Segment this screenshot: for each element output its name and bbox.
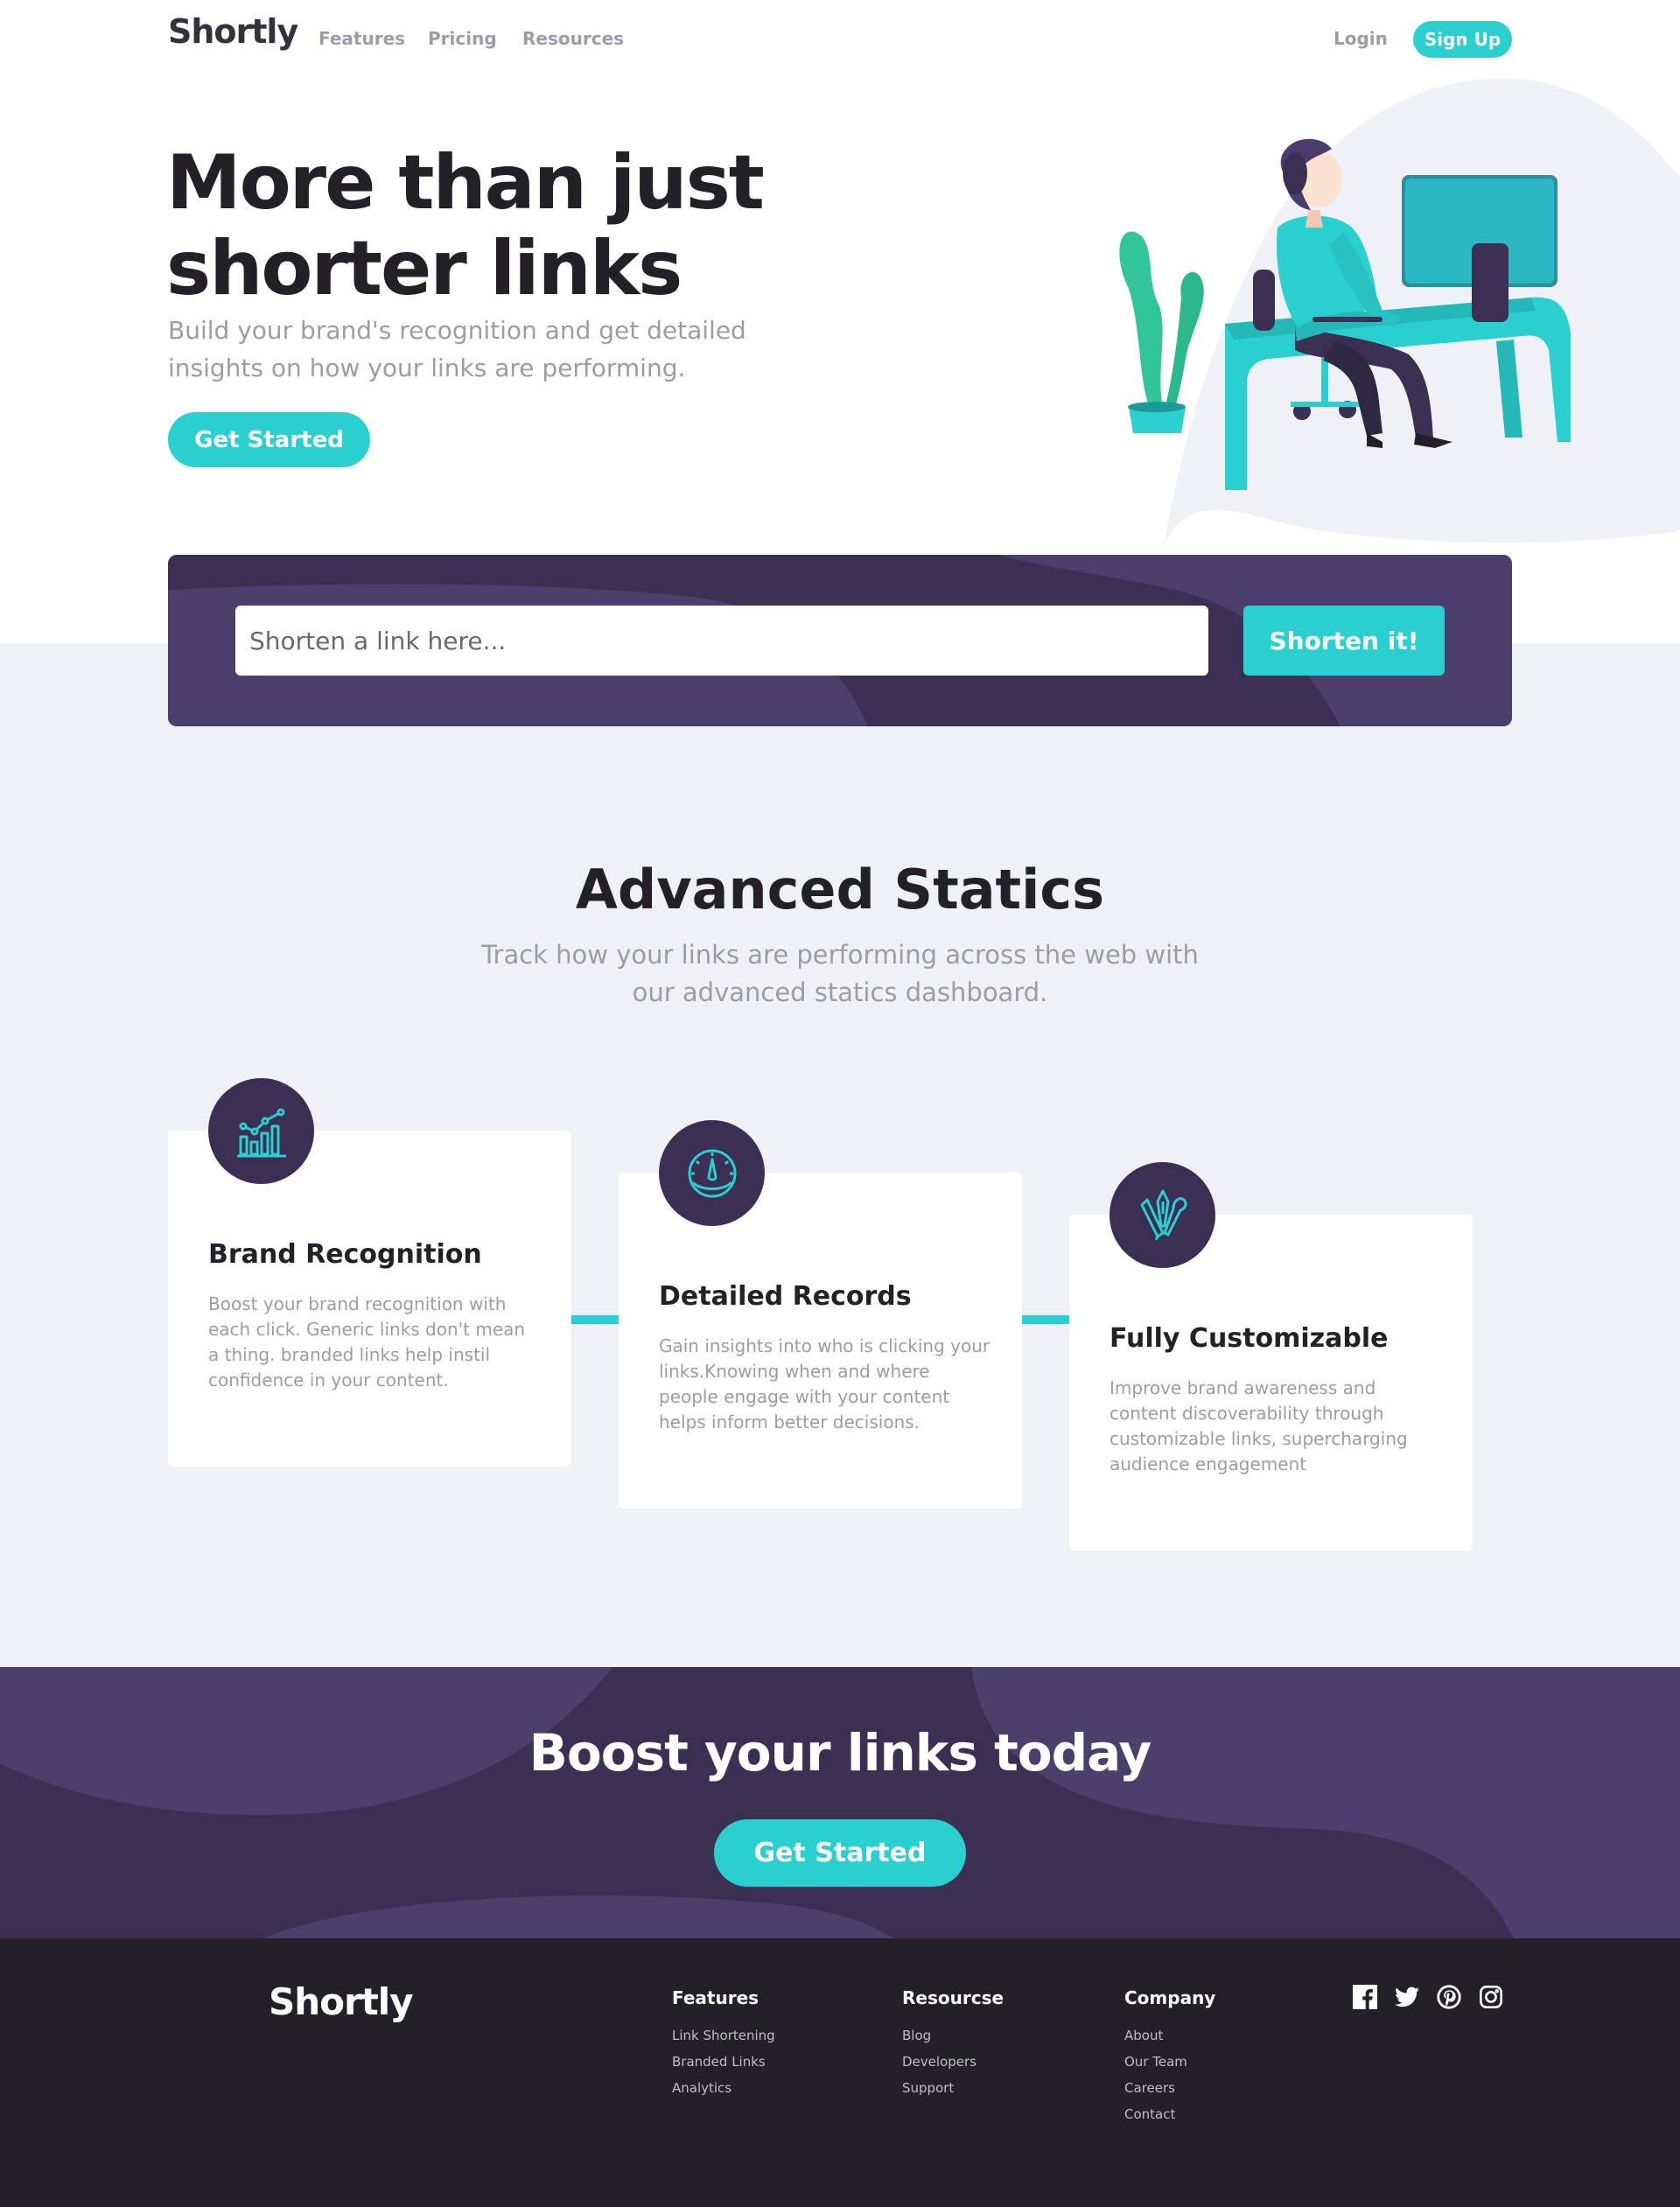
pinterest-icon[interactable] [1436,1984,1462,2010]
card-title: Fully Customizable [1110,1323,1389,1354]
gauge-icon [659,1120,765,1226]
footer-link-analytics[interactable]: Analytics [672,2075,775,2101]
nav-features-link[interactable]: Features [318,28,405,49]
statistics-subtitle: Track how your links are performing acro… [481,940,1199,1007]
footer-link-branded-links[interactable]: Branded Links [672,2049,775,2075]
facebook-icon[interactable] [1352,1984,1378,2010]
instagram-icon[interactable] [1478,1984,1504,2010]
login-link[interactable]: Login [1334,28,1388,49]
boost-title: Boost your links today [528,1723,1152,1783]
footer-column-resources: Resourcse Blog Developers Support [902,1987,1004,2101]
footer-column-features: Features Link Shortening Branded Links A… [672,1987,775,2101]
footer-link-link-shortening[interactable]: Link Shortening [672,2022,775,2049]
twitter-icon[interactable] [1394,1984,1420,2010]
boost-background-waves [0,1667,1680,1938]
footer-heading: Resourcse [902,1987,1004,2008]
boost-section: Boost your links today Get Started [0,1667,1680,1938]
card-connector-line [1022,1315,1069,1324]
feature-card-fully-customizable: Fully Customizable Improve brand awarene… [1069,1162,1473,1551]
statistics-title: Advanced Statics [575,858,1105,921]
feature-card-brand-recognition: Brand Recognition Boost your brand recog… [168,1078,571,1467]
footer-column-company: Company About Our Team Careers Contact [1124,1987,1215,2127]
hero-title-line-1: More than just [166,139,765,227]
footer-link-blog[interactable]: Blog [902,2022,1004,2049]
shorten-url-input[interactable] [235,606,1208,676]
hero-title: More than just shorter links [166,140,831,312]
bar-chart-icon [208,1078,314,1184]
card-connector-line [571,1315,619,1324]
person-working-illustration [1119,138,1571,490]
nav-resources-link[interactable]: Resources [522,28,624,49]
boost-get-started-button[interactable]: Get Started [714,1819,966,1887]
footer-link-developers[interactable]: Developers [902,2049,1004,2075]
footer-link-about[interactable]: About [1124,2022,1215,2049]
footer-link-contact[interactable]: Contact [1124,2101,1215,2127]
footer-link-support[interactable]: Support [902,2075,1004,2101]
footer-heading: Company [1124,1987,1216,2008]
card-description: Gain insights into who is clicking your … [659,1335,990,1433]
site-footer: Shortly Features Link Shortening Branded… [0,1938,1680,2207]
footer-logo[interactable]: Shortly [269,1980,414,2023]
card-title: Brand Recognition [208,1239,482,1270]
hero-title-line-2: shorter links [166,225,682,312]
card-title: Detailed Records [659,1281,912,1312]
feature-card-detailed-records: Detailed Records Gain insights into who … [619,1120,1022,1509]
shorten-it-button[interactable]: Shorten it! [1243,606,1445,676]
hero-get-started-button[interactable]: Get Started [168,412,370,467]
signup-button[interactable]: Sign Up [1413,21,1512,58]
logo[interactable]: Shortly [168,12,298,51]
shorten-link-panel: Shorten it! [168,555,1512,726]
social-links [1352,1984,1504,2010]
pen-tools-icon [1110,1162,1215,1268]
footer-link-careers[interactable]: Careers [1124,2075,1215,2101]
nav-pricing-link[interactable]: Pricing [428,28,497,49]
hero-subtitle: Build your brand's recognition and get d… [168,316,746,382]
site-header: Shortly Features Pricing Resources Login… [0,0,1680,79]
card-description: Boost your brand recognition with each c… [208,1293,526,1391]
card-description: Improve brand awareness and content disc… [1110,1377,1408,1475]
footer-heading: Features [672,1987,760,2008]
footer-link-our-team[interactable]: Our Team [1124,2049,1215,2075]
